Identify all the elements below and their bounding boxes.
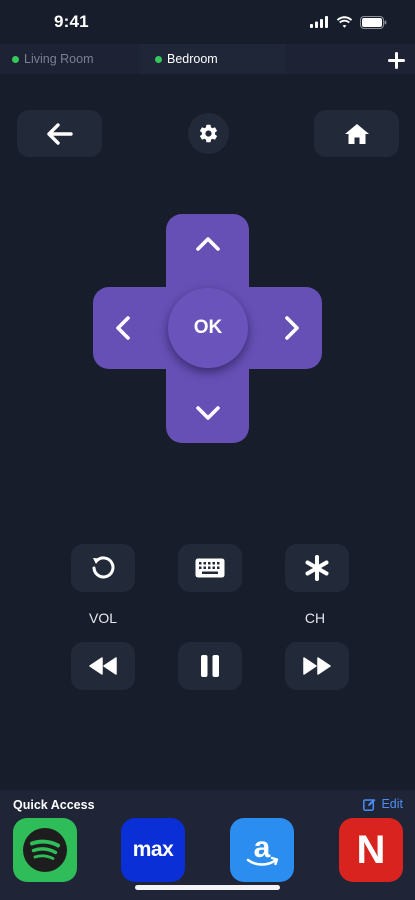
dpad-right-button[interactable] xyxy=(262,287,322,369)
dpad-down-button[interactable] xyxy=(166,383,249,443)
amazon-icon: a xyxy=(246,831,279,866)
spotify-icon xyxy=(23,828,67,872)
app-amazon[interactable]: a xyxy=(230,818,294,882)
plus-icon xyxy=(387,51,405,69)
svg-text:a: a xyxy=(254,831,271,864)
rewind-icon xyxy=(89,657,117,675)
asterisk-icon xyxy=(305,555,329,581)
chevron-left-icon xyxy=(116,316,130,340)
home-indicator xyxy=(135,885,280,890)
add-device-button[interactable] xyxy=(383,47,409,73)
netflix-logo: N xyxy=(356,827,386,872)
edit-label: Edit xyxy=(381,797,403,811)
fast-forward-button[interactable] xyxy=(285,642,349,690)
replay-button[interactable] xyxy=(71,544,135,592)
options-button[interactable] xyxy=(285,544,349,592)
home-button[interactable] xyxy=(314,110,399,157)
status-dot-icon xyxy=(12,55,19,63)
tab-label: Bedroom xyxy=(167,52,218,66)
app-netflix[interactable]: N xyxy=(339,818,403,882)
wifi-icon xyxy=(336,16,353,28)
chevron-up-icon xyxy=(195,237,220,251)
back-button[interactable] xyxy=(17,110,102,157)
tab-label: Living Room xyxy=(24,52,94,66)
app-max[interactable]: max xyxy=(121,818,185,882)
dpad-left-button[interactable] xyxy=(93,287,153,369)
tab-living-room[interactable]: Living Room xyxy=(12,44,93,74)
edit-icon xyxy=(363,798,376,811)
pause-icon xyxy=(201,655,219,677)
vol-label: VOL xyxy=(88,610,117,626)
status-bar: 9:41 xyxy=(0,0,415,44)
settings-button[interactable] xyxy=(188,113,229,154)
keyboard-button[interactable] xyxy=(178,544,242,592)
fast-forward-icon xyxy=(303,657,331,675)
quick-access-title: Quick Access xyxy=(13,798,95,812)
ok-button[interactable]: OK xyxy=(168,288,248,368)
signal-icon xyxy=(310,16,328,28)
status-time: 9:41 xyxy=(54,12,89,31)
max-logo: max xyxy=(132,838,174,861)
keyboard-icon xyxy=(195,558,225,578)
home-icon xyxy=(344,123,369,144)
dpad-up-button[interactable] xyxy=(166,214,249,274)
gear-icon xyxy=(199,124,218,143)
pause-button[interactable] xyxy=(178,642,242,690)
device-tabs: Living Room Bedroom xyxy=(0,44,415,74)
chevron-right-icon xyxy=(285,316,299,340)
status-dot-icon xyxy=(155,55,162,63)
chevron-down-icon xyxy=(195,406,220,420)
replay-icon xyxy=(92,556,115,579)
rewind-button[interactable] xyxy=(71,642,135,690)
edit-button[interactable]: Edit xyxy=(363,797,403,811)
ch-label: CH xyxy=(304,610,326,626)
status-icons xyxy=(310,15,387,29)
battery-icon xyxy=(360,15,387,29)
tab-bedroom[interactable]: Bedroom xyxy=(155,44,218,74)
app-spotify[interactable] xyxy=(13,818,77,882)
arrow-left-icon xyxy=(46,122,73,145)
